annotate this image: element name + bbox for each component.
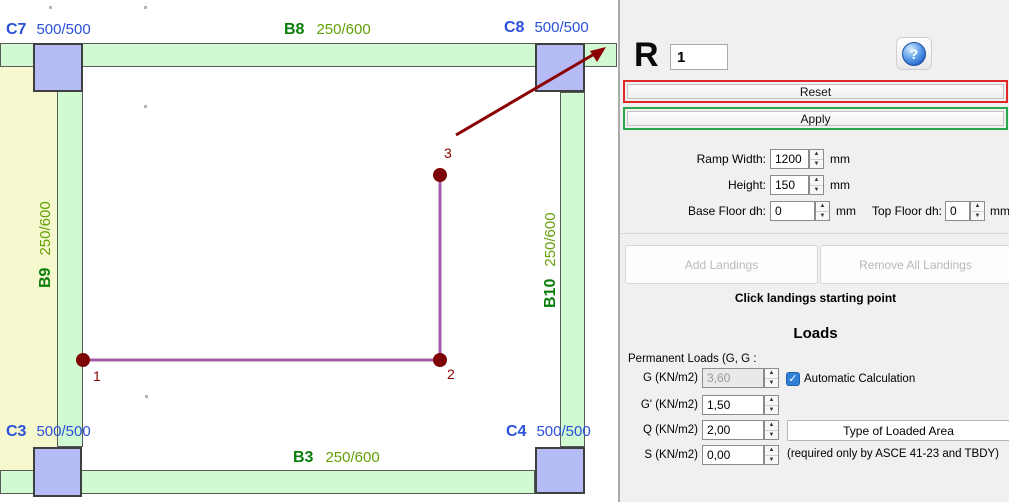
point-number-1: 1: [93, 368, 101, 384]
top-floor-dh-unit: mm: [990, 204, 1009, 218]
automatic-calculation-checkbox[interactable]: ✓: [786, 372, 800, 386]
stepper-up-icon[interactable]: ▲: [971, 202, 984, 212]
height-unit: mm: [830, 178, 850, 192]
base-floor-dh-input[interactable]: [770, 201, 815, 221]
landings-hint-text: Click landings starting point: [620, 291, 1009, 305]
top-floor-dh-input[interactable]: [945, 201, 970, 221]
stepper-up-icon[interactable]: ▲: [810, 150, 823, 160]
s-load-label: S (KN/m2): [620, 449, 698, 461]
stepper-down-icon[interactable]: ▼: [816, 212, 829, 221]
stepper-up-icon[interactable]: ▲: [816, 202, 829, 212]
stepper-up-icon[interactable]: ▲: [765, 421, 778, 431]
height-stepper[interactable]: ▲▼: [809, 175, 824, 195]
g-load-stepper: ▲▼: [764, 368, 779, 388]
base-floor-dh-unit: mm: [836, 204, 856, 218]
ramp-width-unit: mm: [830, 152, 850, 166]
point-number-3: 3: [444, 145, 452, 161]
help-button[interactable]: ?: [896, 37, 932, 70]
plan-view-canvas[interactable]: C7500/500 C8500/500 C3500/500 C4500/500 …: [0, 0, 618, 502]
stepper-down-icon[interactable]: ▼: [765, 456, 778, 465]
point-number-2: 2: [447, 366, 455, 382]
add-landings-button[interactable]: Add Landings: [625, 245, 818, 284]
stepper-up-icon[interactable]: ▲: [810, 176, 823, 186]
direction-arrow-head: [590, 47, 606, 62]
reset-button[interactable]: Reset: [627, 84, 1004, 99]
remove-all-landings-button[interactable]: Remove All Landings: [820, 245, 1009, 284]
s-load-input[interactable]: [702, 445, 764, 465]
ramp-number-input[interactable]: [670, 44, 728, 70]
q-load-label: Q (KN/m2): [620, 424, 698, 436]
automatic-calculation-label: Automatic Calculation: [804, 373, 915, 385]
ramp-width-stepper[interactable]: ▲▼: [809, 149, 824, 169]
ramp-point-1[interactable]: [76, 353, 90, 367]
height-input[interactable]: [770, 175, 809, 195]
stepper-down-icon: ▼: [765, 379, 778, 388]
stepper-down-icon[interactable]: ▼: [765, 406, 778, 415]
section-divider: [620, 233, 1009, 234]
top-floor-dh-label: Top Floor dh:: [858, 204, 942, 218]
stepper-down-icon[interactable]: ▼: [810, 160, 823, 169]
s-load-stepper[interactable]: ▲▼: [764, 445, 779, 465]
g-prime-load-label: G' (KN/m2): [620, 399, 698, 411]
ramp-path-line[interactable]: [83, 175, 440, 360]
q-load-stepper[interactable]: ▲▼: [764, 420, 779, 440]
height-label: Height:: [620, 178, 766, 192]
stepper-up-icon[interactable]: ▲: [765, 446, 778, 456]
stepper-up-icon[interactable]: ▲: [765, 396, 778, 406]
ramp-settings-panel: R ? Reset Apply Ramp Width: ▲▼ mm Height…: [618, 0, 1009, 502]
apply-button-highlight: Apply: [623, 107, 1008, 130]
base-floor-dh-stepper[interactable]: ▲▼: [815, 201, 830, 221]
g-load-label: G (KN/m2): [620, 372, 698, 384]
permanent-loads-group-label: Permanent Loads (G, G :: [628, 353, 756, 365]
ramp-point-2[interactable]: [433, 353, 447, 367]
ramp-path-overlay: [0, 0, 618, 502]
g-load-input: [702, 368, 764, 388]
ramp-dialog: C7500/500 C8500/500 C3500/500 C4500/500 …: [0, 0, 1009, 502]
type-of-loaded-area-button[interactable]: Type of Loaded Area: [787, 420, 1009, 441]
top-floor-dh-stepper[interactable]: ▲▼: [970, 201, 985, 221]
stepper-down-icon[interactable]: ▼: [765, 431, 778, 440]
ramp-prefix-label: R: [634, 38, 659, 72]
stepper-down-icon[interactable]: ▼: [810, 186, 823, 195]
ramp-width-input[interactable]: [770, 149, 809, 169]
ramp-point-3[interactable]: [433, 168, 447, 182]
direction-arrow-line: [456, 53, 596, 135]
s-load-note: (required only by ASCE 41-23 and TBDY): [787, 448, 999, 460]
g-prime-load-stepper[interactable]: ▲▼: [764, 395, 779, 415]
base-floor-dh-label: Base Floor dh:: [620, 204, 766, 218]
reset-button-highlight: Reset: [623, 80, 1008, 103]
help-icon: ?: [902, 42, 926, 66]
ramp-width-label: Ramp Width:: [620, 152, 766, 166]
q-load-input[interactable]: [702, 420, 764, 440]
apply-button[interactable]: Apply: [627, 111, 1004, 126]
loads-section-title: Loads: [620, 325, 1009, 342]
stepper-up-icon: ▲: [765, 369, 778, 379]
g-prime-load-input[interactable]: [702, 395, 764, 415]
stepper-down-icon[interactable]: ▼: [971, 212, 984, 221]
